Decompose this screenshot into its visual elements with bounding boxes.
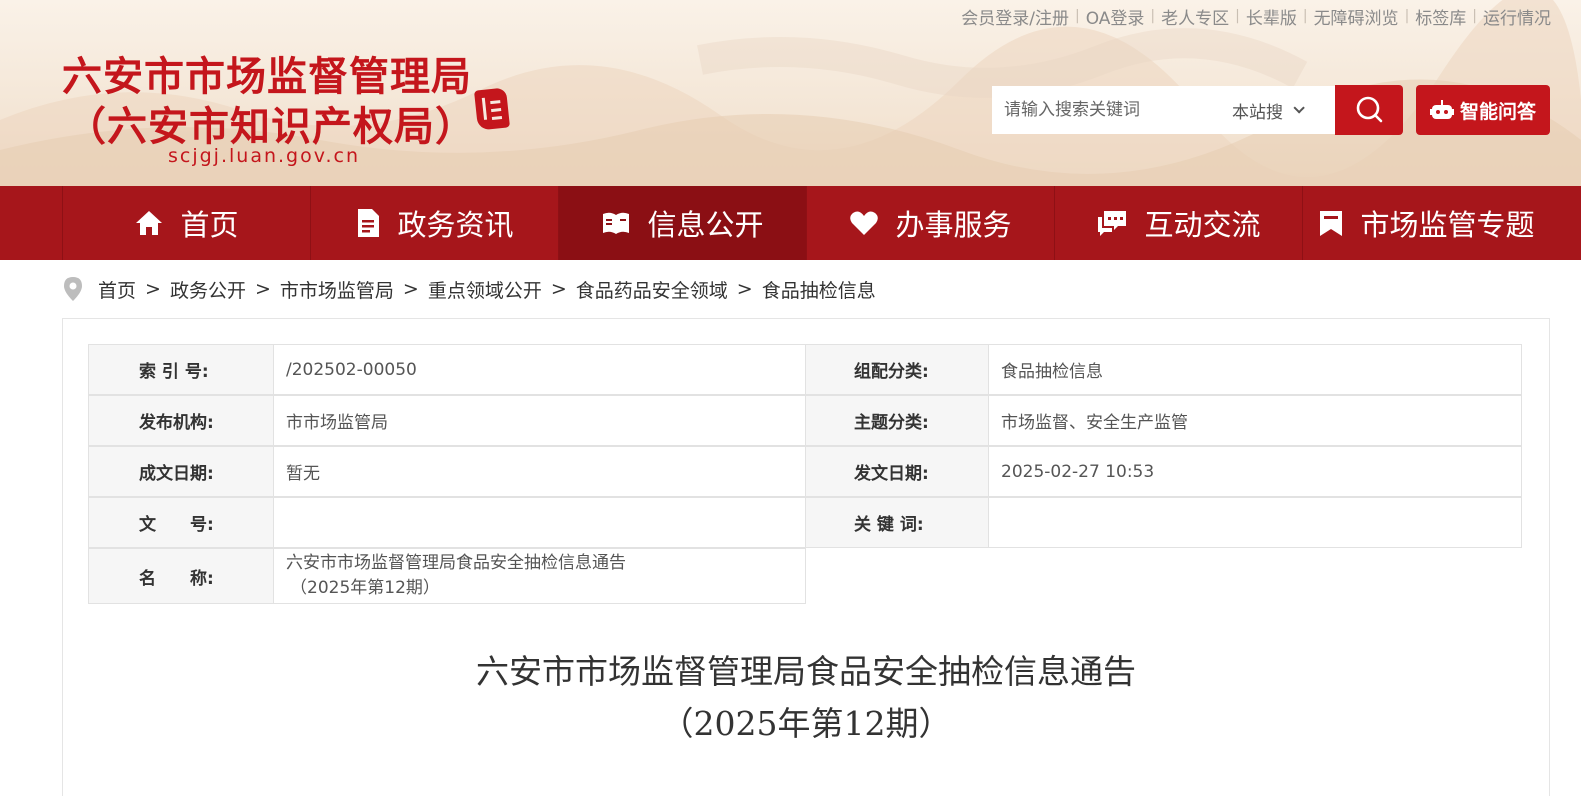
nav-item-label: 市场监管专题 <box>1360 208 1535 242</box>
top-link-status[interactable]: 运行情况 <box>1483 4 1551 29</box>
chat-icon <box>1098 211 1127 236</box>
search-input[interactable] <box>992 86 1232 134</box>
main-nav: 首页 政务资讯 信息公开 办事服务 互动交流 市场监管专题 <box>0 186 1581 260</box>
name-value: 六安市市场监督管理局食品安全抽检信息通告 （2025年第12期） <box>273 548 806 604</box>
location-pin-icon <box>64 277 82 301</box>
top-link-tag-library[interactable]: 标签库 <box>1415 4 1466 29</box>
nav-item-label: 办事服务 <box>895 208 1012 242</box>
nav-item-services[interactable]: 办事服务 <box>806 186 1054 260</box>
bookmark-icon <box>1320 211 1343 236</box>
breadcrumb-key-areas[interactable]: 重点领域公开 <box>428 276 542 303</box>
name-value-line1: 六安市市场监督管理局食品安全抽检信息通告 <box>286 553 626 574</box>
breadcrumb-home[interactable]: 首页 <box>98 276 136 303</box>
ai-assistant-button[interactable]: 智能问答 <box>1416 85 1550 135</box>
category-value: 食品抽检信息 <box>988 344 1522 395</box>
chevron-down-icon <box>1293 102 1305 114</box>
topic-value: 市场监督、安全生产监管 <box>988 395 1522 446</box>
document-number-value <box>273 497 806 548</box>
divider: | <box>1404 8 1410 24</box>
breadcrumb: 首页 > 政务公开 > 市市场监管局 > 重点领域公开 > 食品药品安全领域 >… <box>62 274 876 304</box>
breadcrumb-bureau[interactable]: 市市场监管局 <box>280 276 394 303</box>
search-icon <box>1356 96 1383 123</box>
document-icon <box>358 209 380 237</box>
top-link-oa[interactable]: OA登录 <box>1086 4 1145 29</box>
divider: | <box>1150 8 1156 24</box>
breadcrumb-food-sampling[interactable]: 食品抽检信息 <box>762 276 876 303</box>
robot-icon <box>1429 100 1454 119</box>
home-icon <box>136 211 163 235</box>
created-date-value: 暂无 <box>273 446 806 497</box>
divider: | <box>1302 8 1308 24</box>
metadata-row: 索 引 号: /202502-00050 组配分类: 食品抽检信息 <box>88 344 1522 395</box>
keywords-value <box>988 497 1522 548</box>
name-label: 名 称: <box>88 548 274 604</box>
nav-item-home[interactable]: 首页 <box>62 186 310 260</box>
nav-item-label: 政务资讯 <box>397 208 514 242</box>
created-date-label: 成文日期: <box>88 446 274 497</box>
divider: | <box>1472 8 1477 24</box>
breadcrumb-separator: > <box>550 278 567 300</box>
breadcrumb-separator: > <box>402 278 419 300</box>
metadata-row: 成文日期: 暂无 发文日期: 2025-02-27 10:53 <box>88 446 1522 497</box>
breadcrumb-food-drug-safety[interactable]: 食品药品安全领域 <box>576 276 728 303</box>
nav-item-label: 互动交流 <box>1144 208 1261 242</box>
divider: | <box>1235 8 1240 24</box>
topic-label: 主题分类: <box>805 395 989 446</box>
nav-item-market-topics[interactable]: 市场监管专题 <box>1302 186 1550 260</box>
article-title: 六安市市场监督管理局食品安全抽检信息通告 <box>476 652 1136 691</box>
top-links: 会员登录/注册 | OA登录 | 老人专区 | 长辈版 | 无障碍浏览 | 标签… <box>961 4 1551 29</box>
site-domain: scjgj.luan.gov.cn <box>168 145 361 167</box>
publisher-value: 市市场监管局 <box>273 395 806 446</box>
nav-item-news[interactable]: 政务资讯 <box>310 186 558 260</box>
nav-item-interaction[interactable]: 互动交流 <box>1054 186 1302 260</box>
category-label: 组配分类: <box>805 344 989 395</box>
metadata-table: 索 引 号: /202502-00050 组配分类: 食品抽检信息 发布机构: … <box>88 344 1522 604</box>
site-header: 会员登录/注册 | OA登录 | 老人专区 | 长辈版 | 无障碍浏览 | 标签… <box>0 0 1581 186</box>
search-button[interactable] <box>1335 85 1403 135</box>
metadata-row: 文 号: 关 键 词: <box>88 497 1522 548</box>
ai-assistant-label: 智能问答 <box>1459 100 1536 123</box>
search-scope-label: 本站搜 <box>1232 102 1283 123</box>
breadcrumb-separator: > <box>145 278 161 300</box>
metadata-row: 发布机构: 市市场监管局 主题分类: 市场监督、安全生产监管 <box>88 395 1522 446</box>
issued-date-label: 发文日期: <box>805 446 989 497</box>
top-link-accessibility[interactable]: 无障碍浏览 <box>1314 4 1399 29</box>
issued-date-value: 2025-02-27 10:53 <box>988 446 1522 497</box>
index-number-label: 索 引 号: <box>88 344 274 395</box>
breadcrumb-gov-affairs[interactable]: 政务公开 <box>170 276 246 303</box>
index-number-value: /202502-00050 <box>273 344 806 395</box>
search-box: 本站搜 <box>992 86 1335 134</box>
nav-item-label: 首页 <box>180 208 239 242</box>
site-logo-subtitle[interactable]: （六安市知识产权局） <box>66 94 476 152</box>
publisher-label: 发布机构: <box>88 395 274 446</box>
top-link-login[interactable]: 会员登录/注册 <box>961 4 1069 29</box>
search-scope-select[interactable]: 本站搜 <box>1232 98 1305 123</box>
heart-icon <box>850 211 879 235</box>
breadcrumb-separator: > <box>254 278 271 300</box>
nav-item-label: 信息公开 <box>647 208 764 242</box>
metadata-row: 名 称: 六安市市场监督管理局食品安全抽检信息通告 （2025年第12期） <box>88 548 1521 604</box>
open-book-icon <box>603 212 630 234</box>
nav-item-info-disclosure[interactable]: 信息公开 <box>558 186 806 260</box>
top-link-elder-version[interactable]: 长辈版 <box>1246 4 1297 29</box>
document-number-label: 文 号: <box>88 497 274 548</box>
seal-logo <box>473 87 511 131</box>
keywords-label: 关 键 词: <box>805 497 989 548</box>
name-value-line2: （2025年第12期） <box>290 578 440 598</box>
divider: | <box>1074 8 1080 24</box>
top-link-elderly-zone[interactable]: 老人专区 <box>1161 4 1229 29</box>
article-subtitle: （2025年第12期） <box>660 704 952 743</box>
breadcrumb-separator: > <box>736 278 753 300</box>
